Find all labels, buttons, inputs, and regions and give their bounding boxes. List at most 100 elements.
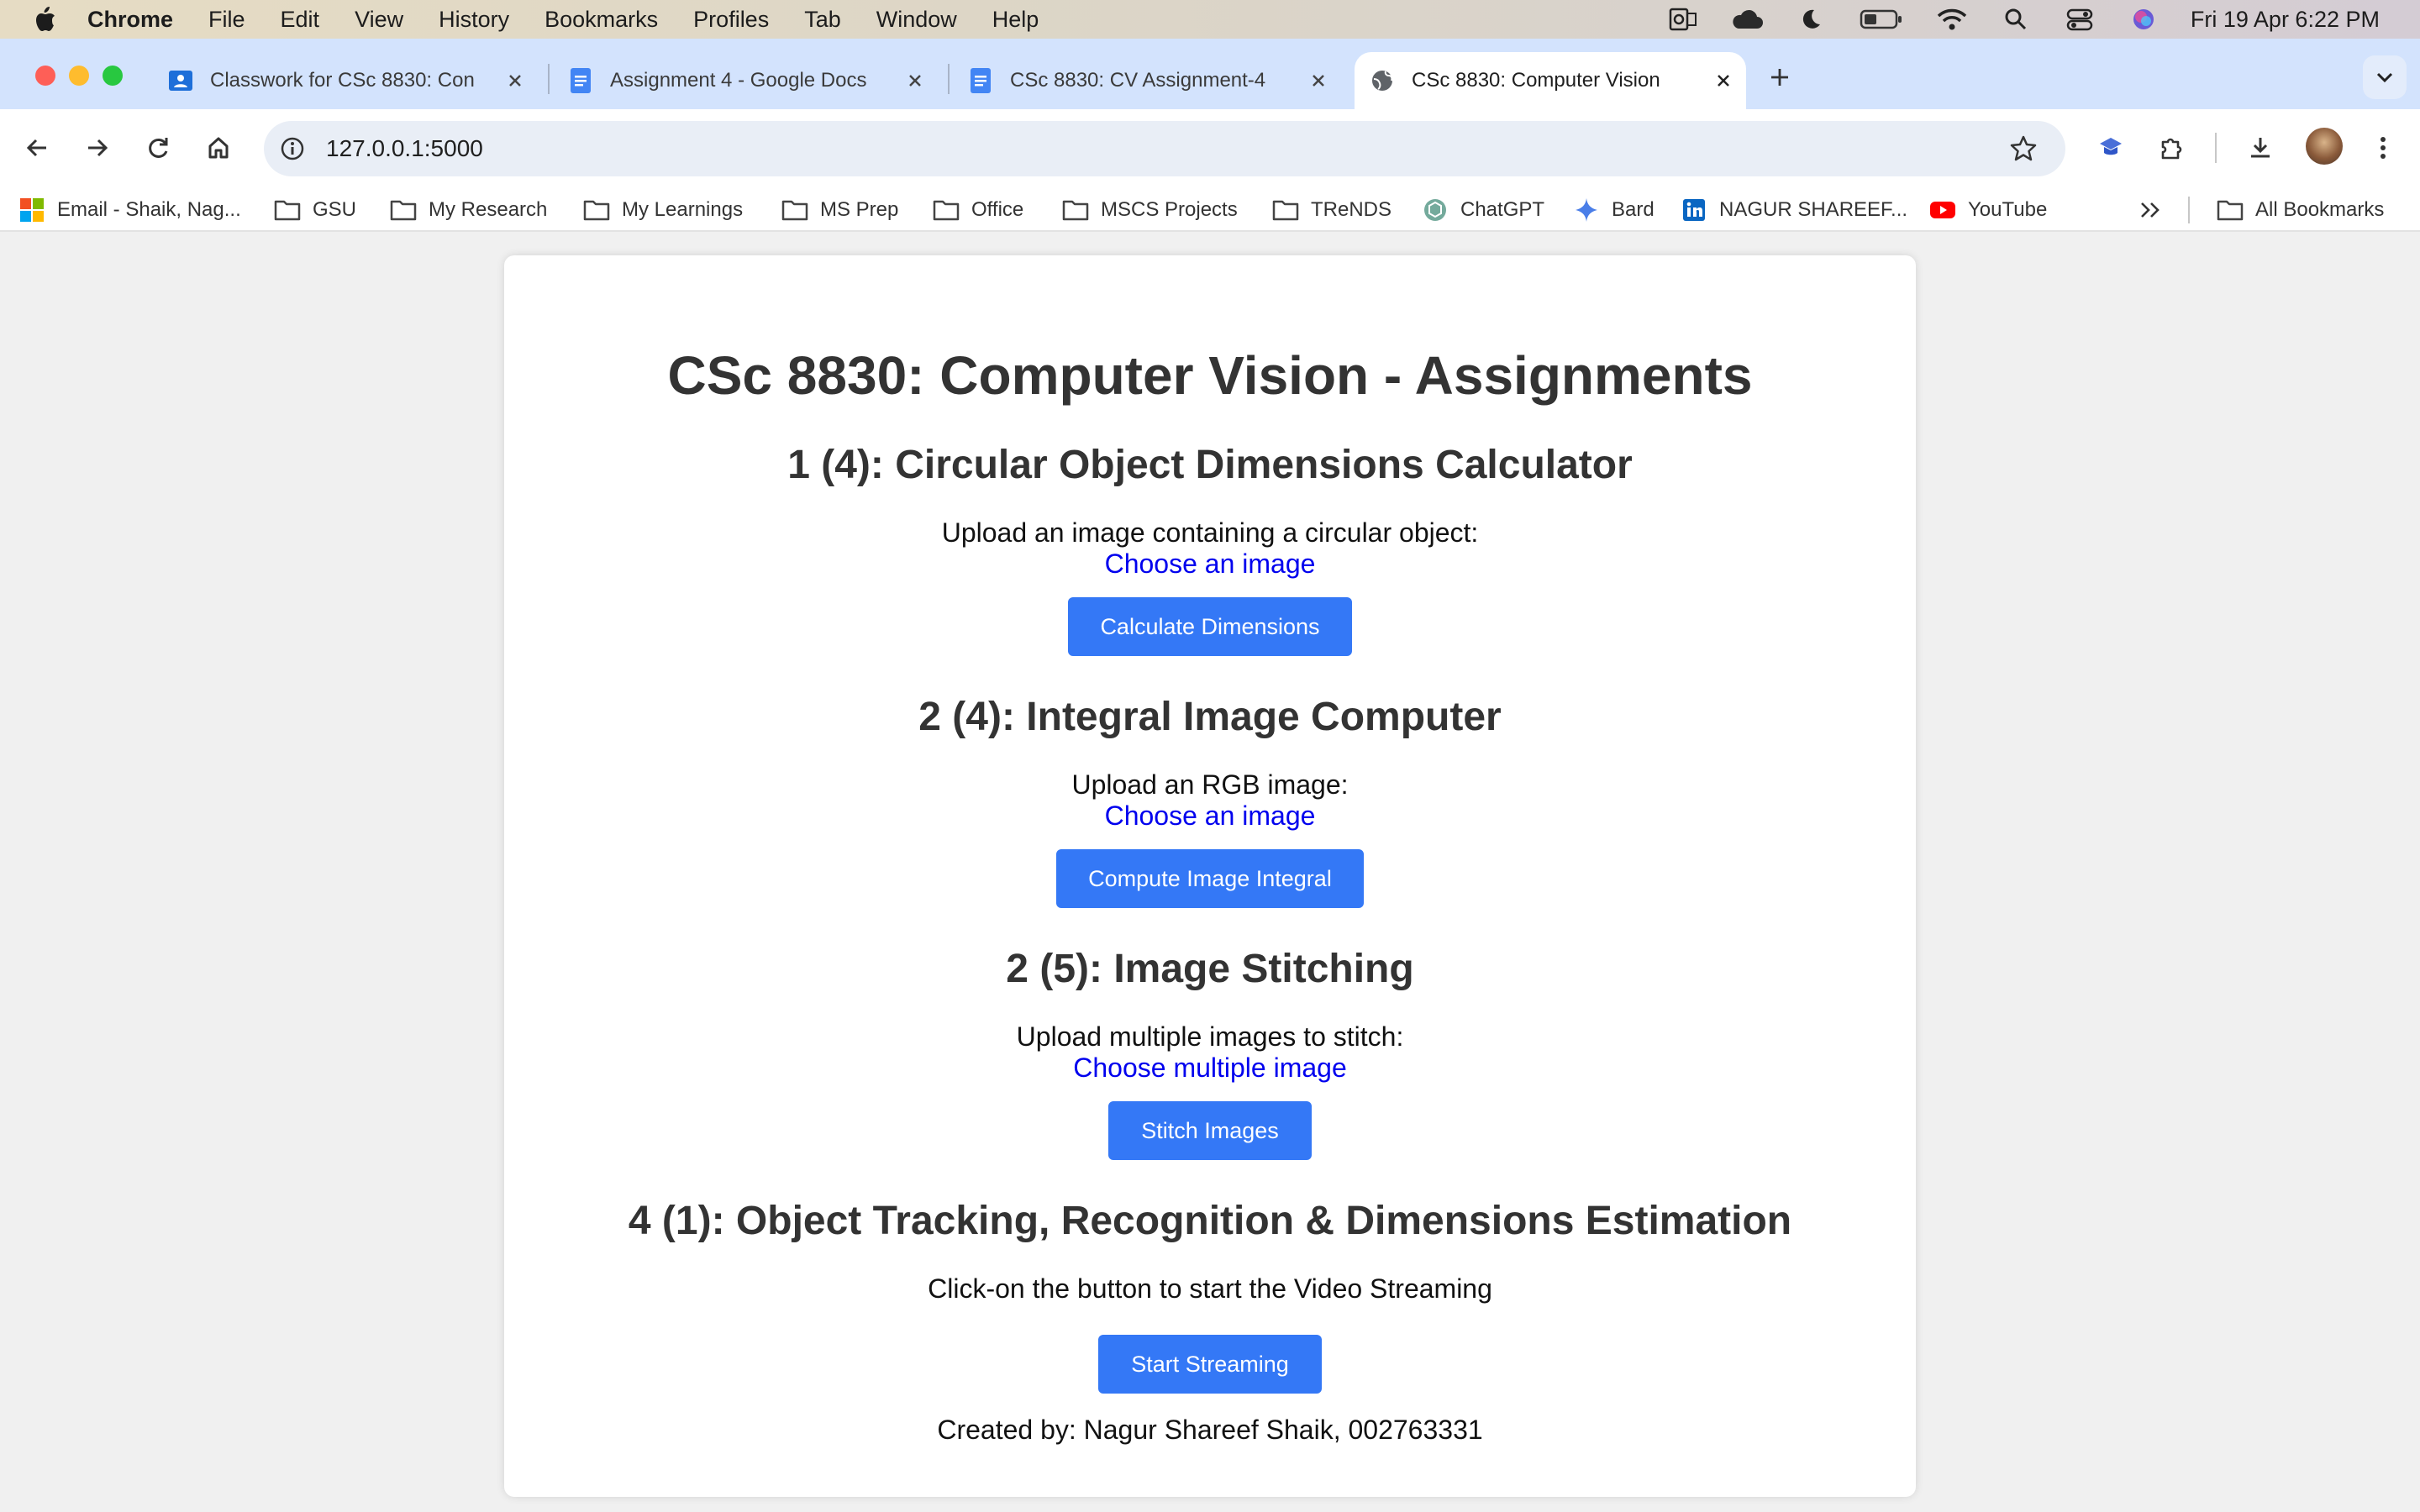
menu-file[interactable]: File (208, 7, 245, 33)
docs-icon (568, 68, 593, 93)
section-heading-object-tracking: 4 (1): Object Tracking, Recognition & Di… (628, 1199, 1792, 1243)
bookmark-label: MSCS Projects (1101, 198, 1238, 221)
streaming-prompt: Click-on the button to start the Video S… (928, 1273, 1492, 1304)
tab-cv-assignment[interactable]: CSc 8830: CV Assignment-4 (956, 52, 1338, 109)
stitch-images-button[interactable]: Stitch Images (1108, 1101, 1312, 1160)
classroom-icon (168, 68, 193, 93)
tab-divider (548, 64, 550, 94)
site-info-icon[interactable] (276, 132, 309, 165)
menu-tab[interactable]: Tab (804, 7, 841, 33)
home-button[interactable] (198, 128, 239, 168)
close-tab-icon[interactable] (1306, 68, 1331, 93)
tab-title: Classwork for CSc 8830: Con (210, 69, 475, 92)
forward-button[interactable] (77, 128, 118, 168)
menu-bookmarks[interactable]: Bookmarks (544, 7, 658, 33)
spotlight-search-icon[interactable] (1999, 6, 2033, 33)
new-tab-button[interactable] (1763, 60, 1797, 94)
menu-bar-clock[interactable]: Fri 19 Apr 6:22 PM (2191, 7, 2380, 33)
battery-icon[interactable] (1858, 6, 1905, 33)
microsoft-icon (18, 197, 45, 223)
address-bar[interactable] (264, 121, 2065, 176)
choose-image-link-integral-image[interactable]: Choose an image (1105, 801, 1316, 831)
section-heading-image-stitching: 2 (5): Image Stitching (1006, 947, 1414, 991)
section-heading-circular-object: 1 (4): Circular Object Dimensions Calcul… (787, 443, 1633, 487)
menu-view[interactable]: View (355, 7, 403, 33)
close-tab-icon[interactable] (502, 68, 528, 93)
wifi-icon[interactable] (1935, 6, 1969, 33)
upload-prompt-image-stitching: Upload multiple images to stitch: (1016, 1021, 1404, 1052)
tab-title: CSc 8830: Computer Vision (1412, 69, 1660, 92)
bookmark-label: ChatGPT (1460, 198, 1545, 221)
menu-edit[interactable]: Edit (281, 7, 320, 33)
more-bookmarks-chevron-icon[interactable] (2139, 193, 2161, 227)
bookmark-label: TReNDS (1311, 198, 1392, 221)
bookmark-chatgpt[interactable]: ChatGPT (1422, 193, 1544, 227)
menu-help[interactable]: Help (992, 7, 1039, 33)
tab-classwork[interactable]: Classwork for CSc 8830: Con (156, 52, 534, 109)
tab-title: Assignment 4 - Google Docs (610, 69, 867, 92)
close-tab-icon[interactable] (902, 68, 928, 93)
folder-icon (1272, 197, 1299, 223)
choose-image-link-circular-object[interactable]: Choose an image (1105, 549, 1316, 579)
moon-icon[interactable] (1794, 6, 1828, 33)
cloud-icon[interactable] (1730, 6, 1764, 33)
extension-icon[interactable] (2091, 128, 2131, 168)
toolbar-divider (2215, 133, 2217, 163)
menu-profiles[interactable]: Profiles (693, 7, 769, 33)
choose-multiple-image-link[interactable]: Choose multiple image (1073, 1053, 1347, 1083)
browser-tab-strip: Classwork for CSc 8830: Con Assignment 4… (0, 39, 2420, 109)
calculate-dimensions-button[interactable]: Calculate Dimensions (1068, 597, 1352, 656)
bard-icon (1573, 197, 1600, 223)
bookmark-label: Office (971, 198, 1024, 221)
start-streaming-button[interactable]: Start Streaming (1098, 1335, 1322, 1394)
folder-icon (583, 197, 610, 223)
upload-prompt-integral-image: Upload an RGB image: (1071, 769, 1349, 800)
bookmark-label: My Learnings (622, 198, 744, 221)
apple-menu-icon[interactable] (30, 5, 59, 34)
bookmark-folder-trends[interactable]: TReNDS (1272, 193, 1392, 227)
bookmark-youtube[interactable]: YouTube (1929, 193, 2047, 227)
all-bookmarks-button[interactable]: All Bookmarks (2217, 193, 2384, 227)
back-button[interactable] (17, 128, 57, 168)
menu-app-chrome[interactable]: Chrome (87, 7, 173, 33)
compute-image-integral-button[interactable]: Compute Image Integral (1056, 849, 1364, 908)
chatgpt-icon (1422, 197, 1449, 223)
bookmark-folder-office[interactable]: Office (933, 193, 1023, 227)
siri-icon[interactable] (2127, 6, 2160, 33)
bookmark-email[interactable]: Email - Shaik, Nag... (18, 193, 241, 227)
control-center-icon[interactable] (2063, 6, 2096, 33)
close-tab-icon[interactable] (1711, 68, 1736, 93)
bookmarks-bar: Email - Shaik, Nag... GSU My Research My… (0, 186, 2420, 232)
bookmark-star-icon[interactable] (2007, 132, 2040, 165)
page-viewport: CSc 8830: Computer Vision - Assignments … (0, 234, 2420, 1512)
window-minimize-button[interactable] (69, 66, 89, 86)
reload-button[interactable] (138, 128, 178, 168)
bookmark-folder-my-research[interactable]: My Research (390, 193, 547, 227)
bookmark-bard[interactable]: Bard (1573, 193, 1655, 227)
upload-prompt-circular-object: Upload an image containing a circular ob… (941, 517, 1479, 548)
bookmark-label: NAGUR SHAREEF... (1719, 198, 1908, 221)
bookmark-folder-mscs-projects[interactable]: MSCS Projects (1062, 193, 1238, 227)
bookmark-label: My Research (429, 198, 548, 221)
tab-assignment-docs[interactable]: Assignment 4 - Google Docs (556, 52, 934, 109)
window-zoom-button[interactable] (103, 66, 123, 86)
tab-computer-vision[interactable]: CSc 8830: Computer Vision (1355, 52, 1746, 109)
folder-icon (274, 197, 301, 223)
menu-history[interactable]: History (439, 7, 509, 33)
downloads-icon[interactable] (2240, 128, 2281, 168)
url-input[interactable] (326, 135, 1923, 162)
extensions-puzzle-icon[interactable] (2151, 128, 2191, 168)
folder-icon (933, 197, 960, 223)
outlook-icon[interactable] (1666, 6, 1700, 33)
menu-window[interactable]: Window (876, 7, 957, 33)
window-close-button[interactable] (35, 66, 55, 86)
bookmark-folder-ms-prep[interactable]: MS Prep (781, 193, 898, 227)
profile-avatar[interactable] (2306, 128, 2343, 165)
bookmark-folder-gsu[interactable]: GSU (274, 193, 356, 227)
tab-divider (948, 64, 950, 94)
chrome-menu-icon[interactable] (2363, 128, 2403, 168)
page-title: CSc 8830: Computer Vision - Assignments (667, 345, 1753, 406)
tab-search-button[interactable] (2363, 55, 2407, 99)
bookmark-folder-my-learnings[interactable]: My Learnings (583, 193, 743, 227)
bookmark-linkedin[interactable]: NAGUR SHAREEF... (1681, 193, 1907, 227)
